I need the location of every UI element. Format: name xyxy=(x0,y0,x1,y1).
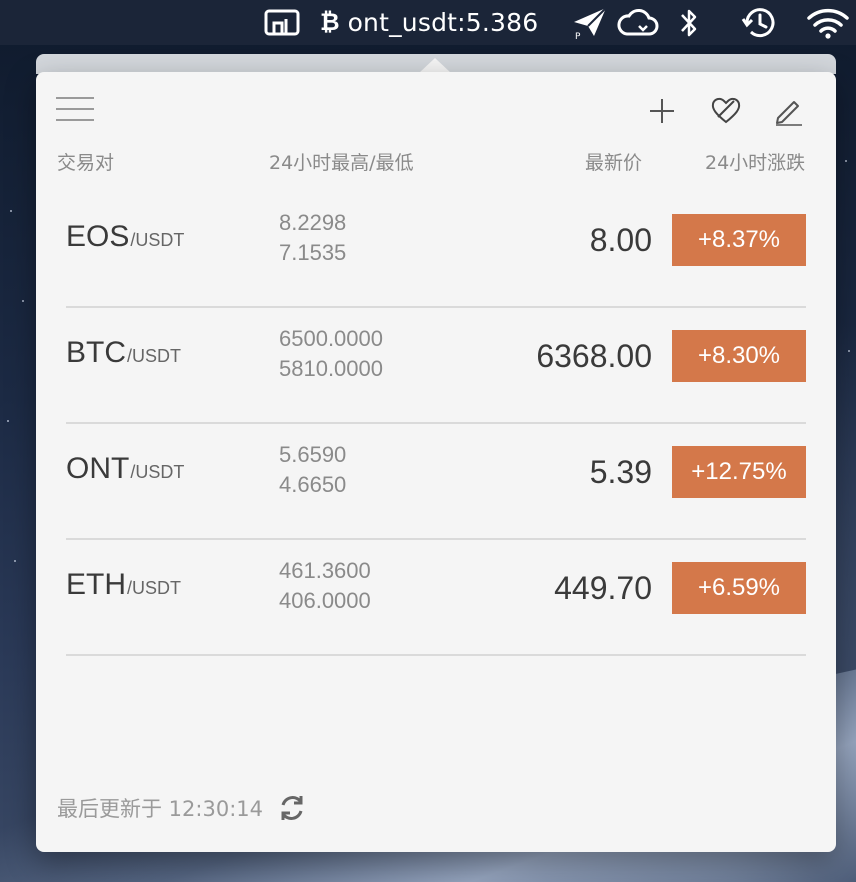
latest-price: 6368.00 xyxy=(536,338,652,374)
header-range: 24小时最高/最低 xyxy=(269,152,414,174)
row-divider xyxy=(66,654,806,656)
svg-text:P: P xyxy=(575,32,581,40)
heart-icon[interactable] xyxy=(708,92,744,128)
paper-plane-icon[interactable]: P xyxy=(570,0,610,45)
quote-symbol: /USDT xyxy=(127,578,181,598)
quote-symbol: /USDT xyxy=(130,462,185,482)
header-price: 最新价 xyxy=(585,152,643,174)
pair-label: ETH/USDT xyxy=(66,568,181,602)
quote-symbol: /USDT xyxy=(130,230,185,250)
change-badge: +12.75% xyxy=(672,446,806,498)
pair-label: EOS/USDT xyxy=(66,220,184,254)
pair-label: ONT/USDT xyxy=(66,452,184,486)
cloud-icon[interactable] xyxy=(616,0,660,45)
low-value: 5810.0000 xyxy=(279,356,383,381)
low-value: 7.1535 xyxy=(279,240,347,265)
change-badge: +6.59% xyxy=(672,562,806,614)
high-low-range: 5.6590 4.6650 xyxy=(279,440,346,500)
change-badge: +8.37% xyxy=(672,214,806,266)
low-value: 406.0000 xyxy=(279,588,371,613)
high-value: 8.2298 xyxy=(279,210,347,235)
ticker-row[interactable]: BTC/USDT 6500.0000 5810.0000 6368.00 +8.… xyxy=(66,308,806,424)
ticker-row[interactable]: ETH/USDT 461.3600 406.0000 449.70 +6.59% xyxy=(66,540,806,656)
latest-price: 8.00 xyxy=(589,222,652,258)
change-badge: +8.30% xyxy=(672,330,806,382)
ticker-text: ont_usdt:5.386 xyxy=(347,8,539,37)
base-symbol: ETH xyxy=(66,568,126,601)
high-value: 6500.0000 xyxy=(279,326,383,351)
hamburger-menu-icon[interactable] xyxy=(56,94,94,124)
high-low-range: 8.2298 7.1535 xyxy=(279,208,346,268)
screen-mirroring-icon[interactable] xyxy=(262,0,302,45)
ticker-status-item[interactable]: ₿ ont_usdt:5.386 xyxy=(320,0,538,45)
plus-icon[interactable] xyxy=(644,94,680,128)
pair-label: BTC/USDT xyxy=(66,336,181,370)
bitcoin-icon: ₿ xyxy=(320,8,340,36)
popover-arrow xyxy=(419,58,451,73)
latest-price: 5.39 xyxy=(589,454,652,490)
ticker-row[interactable]: EOS/USDT 8.2298 7.1535 8.00 +8.37% xyxy=(66,192,806,308)
base-symbol: BTC xyxy=(66,336,126,369)
ticker-popover: 交易对 24小时最高/最低 最新价 24小时涨跌 EOS/USDT 8.2298… xyxy=(36,72,836,852)
table-header: 交易对 24小时最高/最低 最新价 24小时涨跌 xyxy=(36,148,836,178)
header-pair: 交易对 xyxy=(57,152,115,174)
base-symbol: EOS xyxy=(66,220,130,253)
high-value: 5.6590 xyxy=(279,442,347,467)
base-symbol: ONT xyxy=(66,452,130,485)
ticker-row[interactable]: ONT/USDT 5.6590 4.6650 5.39 +12.75% xyxy=(66,424,806,540)
quote-symbol: /USDT xyxy=(127,346,181,366)
header-change: 24小时涨跌 xyxy=(705,152,806,174)
high-value: 461.3600 xyxy=(279,558,371,583)
high-low-range: 461.3600 406.0000 xyxy=(279,556,371,616)
last-updated-text: 最后更新于 12:30:14 xyxy=(57,797,263,821)
bluetooth-icon[interactable] xyxy=(674,0,704,45)
low-value: 4.6650 xyxy=(279,472,347,497)
menu-bar: ₿ ont_usdt:5.386 P xyxy=(0,0,856,45)
high-low-range: 6500.0000 5810.0000 xyxy=(279,324,383,384)
refresh-icon[interactable] xyxy=(277,793,307,823)
wifi-icon[interactable] xyxy=(804,0,852,45)
footer: 最后更新于 12:30:14 xyxy=(57,792,307,824)
time-machine-icon[interactable] xyxy=(738,0,780,45)
pencil-icon[interactable] xyxy=(770,92,806,128)
latest-price: 449.70 xyxy=(554,570,652,606)
